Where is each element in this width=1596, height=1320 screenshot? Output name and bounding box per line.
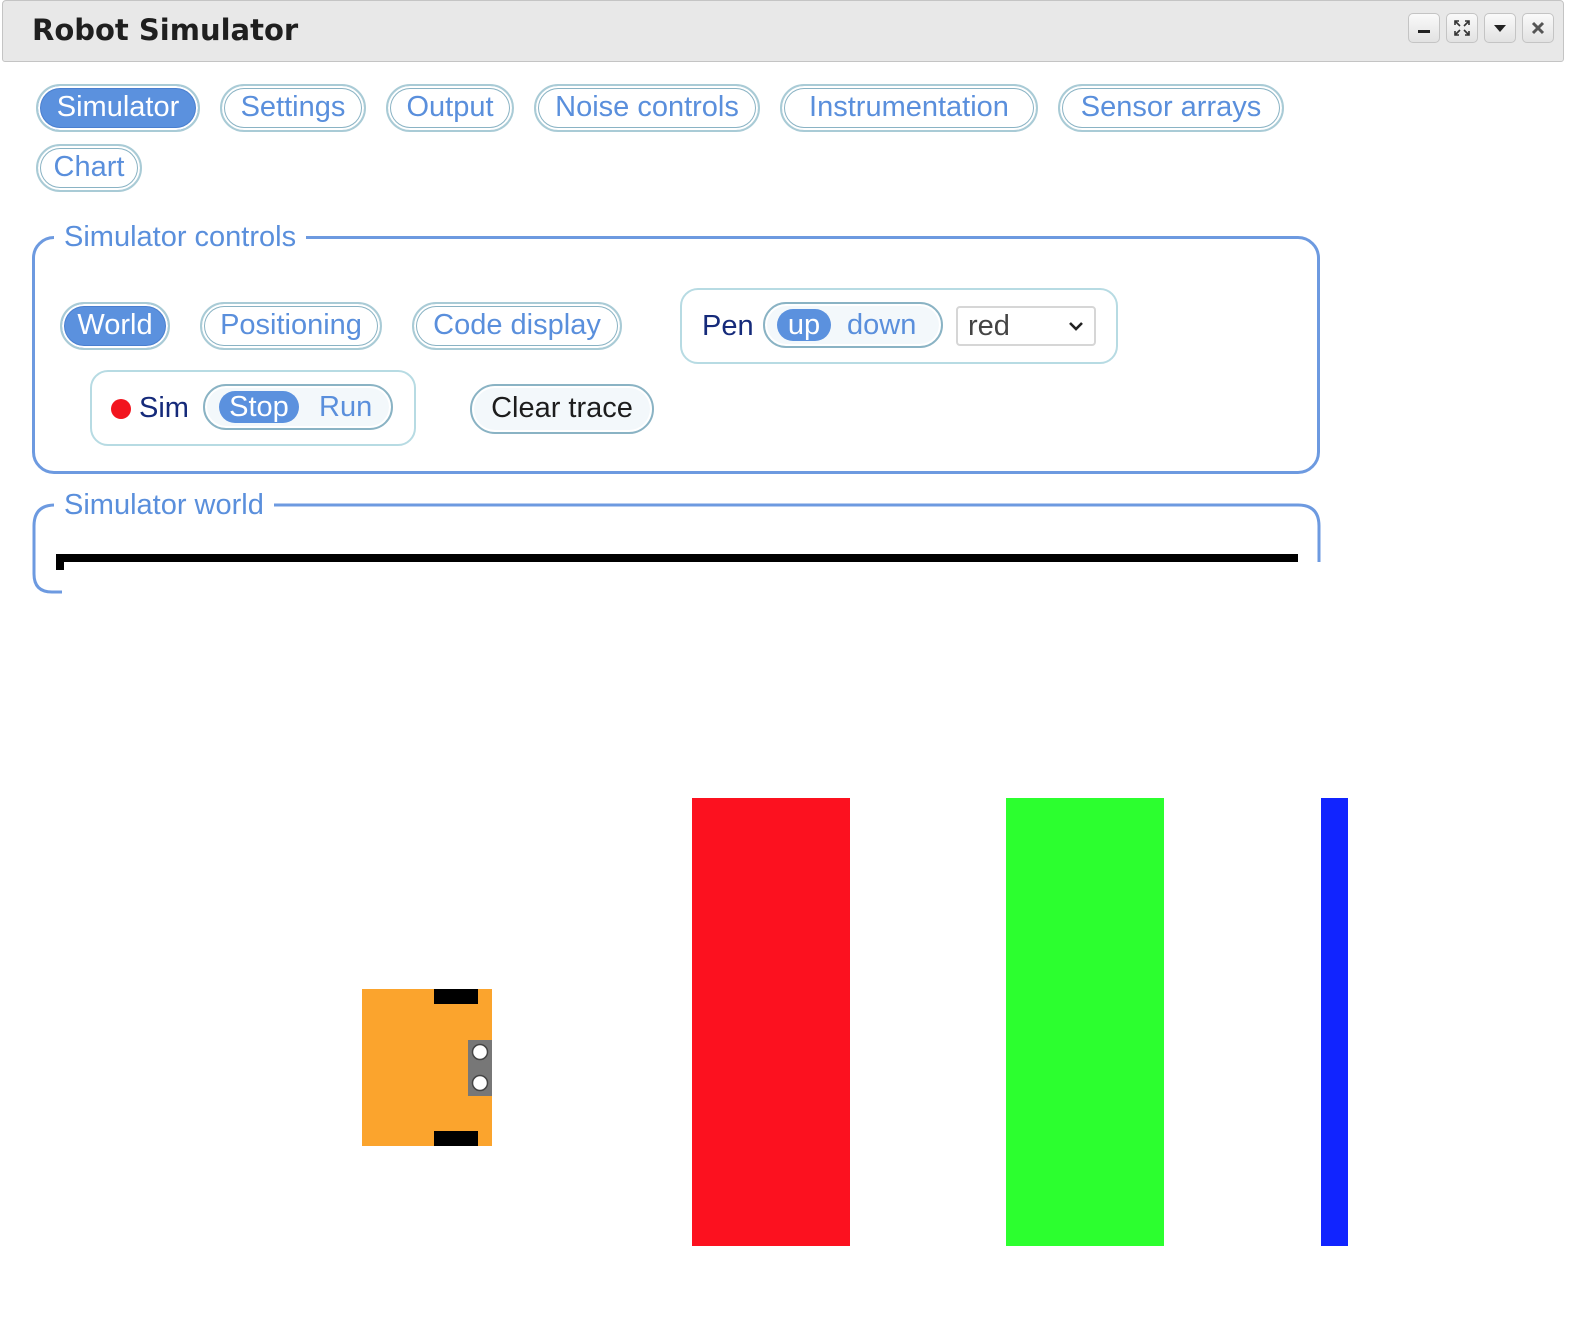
tab-instrumentation[interactable]: Instrumentation (780, 84, 1038, 132)
pen-toggle: up down (763, 302, 943, 348)
robot-light-sensor-right (471, 1074, 489, 1092)
chevron-down-icon (1069, 322, 1083, 331)
tab-chart[interactable]: Chart (36, 144, 142, 192)
pen-up-option[interactable]: up (777, 309, 831, 341)
subtab-code-display[interactable]: Code display (412, 302, 622, 350)
pen-label: Pen (702, 310, 754, 342)
blue-block (1321, 798, 1348, 1246)
simulator-world-legend: Simulator world (54, 488, 274, 522)
simulator-controls-legend: Simulator controls (54, 220, 307, 254)
pen-down-option[interactable]: down (847, 309, 916, 341)
dropdown-icon[interactable] (1484, 13, 1516, 43)
close-icon[interactable] (1522, 13, 1554, 43)
pen-color-value: red (968, 310, 1010, 342)
robot[interactable] (362, 989, 492, 1146)
window-title: Robot Simulator (32, 13, 299, 47)
green-block (1006, 798, 1164, 1246)
expand-icon[interactable] (1446, 13, 1478, 43)
tab-simulator[interactable]: Simulator (36, 84, 200, 132)
sim-label: Sim (139, 392, 189, 424)
simulator-world-canvas[interactable] (0, 560, 1596, 1320)
tab-settings[interactable]: Settings (220, 84, 366, 132)
sim-status-indicator-icon (111, 399, 131, 419)
subtab-positioning[interactable]: Positioning (200, 302, 382, 350)
robot-left-wheel (434, 989, 478, 1004)
tab-output[interactable]: Output (386, 84, 514, 132)
robot-light-sensor-left (471, 1043, 489, 1061)
pen-color-select[interactable]: red (956, 306, 1096, 346)
minimize-icon[interactable] (1408, 13, 1440, 43)
sim-toggle: Stop Run (203, 384, 393, 430)
sim-stop-option[interactable]: Stop (219, 391, 299, 423)
subtab-world[interactable]: World (60, 302, 170, 350)
tab-sensor-arrays[interactable]: Sensor arrays (1058, 84, 1284, 132)
tab-noise-controls[interactable]: Noise controls (534, 84, 760, 132)
red-block (692, 798, 850, 1246)
robot-right-wheel (434, 1131, 478, 1146)
clear-trace-button[interactable]: Clear trace (470, 384, 654, 434)
sim-run-option[interactable]: Run (319, 391, 372, 423)
